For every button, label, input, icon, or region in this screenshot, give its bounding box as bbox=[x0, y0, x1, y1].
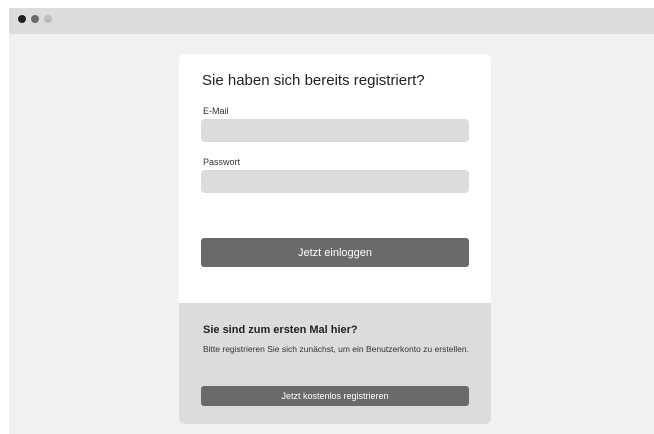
register-panel: Sie sind zum ersten Mal hier? Bitte regi… bbox=[179, 303, 491, 424]
register-button[interactable]: Jetzt kostenlos registrieren bbox=[201, 386, 469, 406]
email-field[interactable] bbox=[201, 119, 469, 142]
browser-window: Sie haben sich bereits registriert? E-Ma… bbox=[9, 8, 654, 434]
password-field[interactable] bbox=[201, 170, 469, 193]
register-title: Sie sind zum ersten Mal hier? bbox=[203, 324, 358, 336]
maximize-window-dot[interactable] bbox=[44, 15, 52, 23]
login-button[interactable]: Jetzt einloggen bbox=[201, 238, 469, 267]
register-description: Bitte registrieren Sie sich zunächst, um… bbox=[203, 344, 469, 354]
login-title: Sie haben sich bereits registriert? bbox=[202, 72, 425, 89]
email-label: E-Mail bbox=[203, 106, 229, 116]
minimize-window-dot[interactable] bbox=[31, 15, 39, 23]
window-titlebar bbox=[9, 8, 654, 34]
close-window-dot[interactable] bbox=[18, 15, 26, 23]
login-card: Sie haben sich bereits registriert? E-Ma… bbox=[179, 54, 491, 424]
password-label: Passwort bbox=[203, 157, 241, 167]
